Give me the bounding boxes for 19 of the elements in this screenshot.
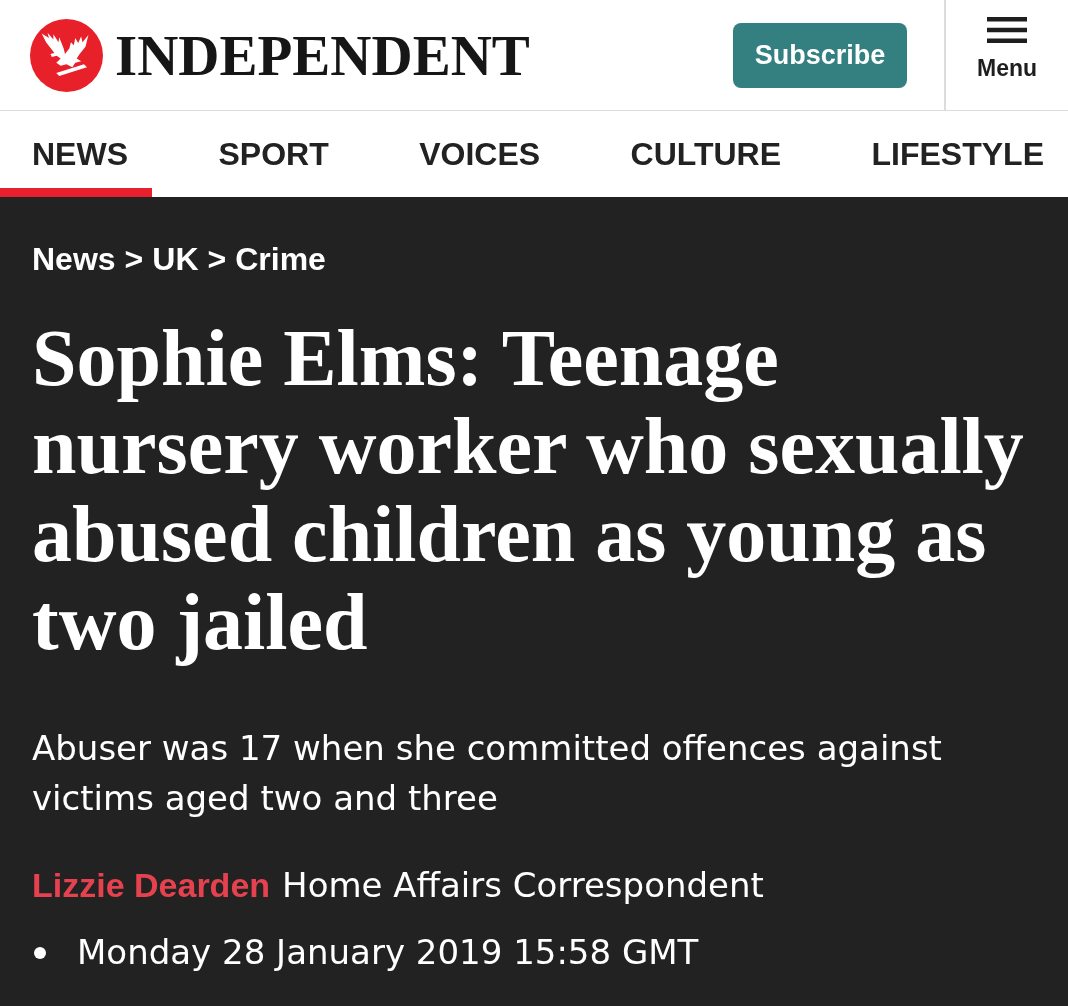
menu-icon xyxy=(987,17,1027,43)
nav-tab[interactable]: SPORT xyxy=(186,111,353,197)
breadcrumb-link[interactable]: UK xyxy=(152,239,199,279)
logo-wordmark[interactable]: INDEPENDENT xyxy=(115,26,530,84)
publish-date: Monday 28 January 2019 15:58 GMT xyxy=(77,931,699,974)
standfirst: Abuser was 17 when she committed offences against victims aged two and three xyxy=(32,727,943,820)
nav-tab[interactable]: VOICES xyxy=(387,111,565,197)
headline: Sophie Elms: Teenage nursery worker who sexually abused children as young as two jailed xyxy=(32,314,1025,666)
breadcrumb-separator: > xyxy=(207,240,227,279)
eagle-icon xyxy=(30,18,103,92)
bullet-icon xyxy=(34,947,46,959)
subscribe-button[interactable]: Subscribe xyxy=(733,22,907,88)
breadcrumb-link[interactable]: News xyxy=(32,239,116,279)
author-link[interactable]: Lizzie Dearden xyxy=(32,860,271,910)
breadcrumb-separator: > xyxy=(124,240,144,279)
nav-tab[interactable]: CULTURE xyxy=(598,111,806,197)
nav-tab[interactable]: LIFESTYLE xyxy=(839,111,1068,197)
breadcrumb-link[interactable]: Crime xyxy=(235,239,326,279)
author-role: Home Affairs Correspondent xyxy=(282,864,764,907)
